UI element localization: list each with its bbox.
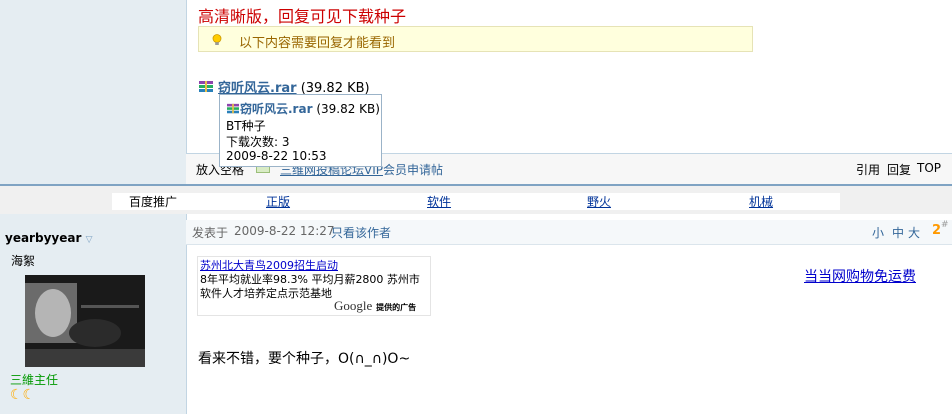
- top-button[interactable]: TOP: [917, 161, 941, 175]
- only-author-link[interactable]: 只看该作者: [331, 224, 391, 241]
- post2-content: 看来不错，要个种子，O(∩_∩)O~: [198, 351, 411, 367]
- rank-moons-icon: ☾☾: [10, 387, 36, 403]
- tooltip-size: (39.82 KB): [316, 102, 380, 116]
- google-ad-box[interactable]: 苏州北大青鸟2009招生启动 8年平均就业率98.3% 平均月薪2800 苏州市…: [197, 256, 431, 316]
- post2-header: 发表于 2009-8-22 12:27 只看该作者 小 中 大 2 #: [186, 220, 952, 245]
- post1-author-column: [0, 0, 187, 184]
- vip-apply-link[interactable]: 会员申请帖: [383, 161, 443, 178]
- quote-button[interactable]: 引用: [856, 161, 880, 178]
- google-ad-line2: 软件人才培养定点示范基地: [200, 287, 332, 300]
- locked-notice-text: 以下内容需要回复才能看到: [239, 36, 396, 51]
- font-large-button[interactable]: 大: [908, 224, 920, 241]
- rar-archive-icon: [199, 81, 213, 92]
- baidu-ad-bar: 百度推广 正版 软件 野火 机械: [112, 193, 840, 210]
- avatar[interactable]: [25, 275, 145, 367]
- google-logo: Google: [334, 298, 373, 313]
- baidu-ad-label: 百度推广: [129, 195, 178, 209]
- author-rank: 三維主任: [10, 373, 59, 387]
- tooltip-filename: 窃听风云.rar: [240, 102, 313, 116]
- reply-button[interactable]: 回复: [887, 161, 911, 178]
- floor-sup: #: [941, 220, 949, 230]
- ad-link-jixie[interactable]: 机械: [749, 193, 773, 210]
- font-small-button[interactable]: 小: [872, 224, 884, 241]
- google-ad-suffix: 提供的广告: [376, 303, 417, 312]
- chevron-down-icon[interactable]: ▽: [86, 235, 93, 245]
- author-name[interactable]: yearbyyear: [5, 231, 81, 245]
- tooltip-description: BT种子: [226, 119, 266, 133]
- floor-number[interactable]: 2: [932, 223, 941, 238]
- ad-link-zhengban[interactable]: 正版: [266, 193, 290, 210]
- post-meta-prefix: 发表于: [192, 226, 229, 240]
- font-medium-button[interactable]: 中: [892, 224, 904, 241]
- lightbulb-icon: [212, 34, 222, 45]
- author-nickname: 海絮: [11, 254, 36, 268]
- rar-archive-icon: [227, 103, 239, 114]
- tooltip-date: 2009-8-22 10:53: [226, 149, 327, 163]
- ad-link-ruanjian[interactable]: 软件: [427, 193, 451, 210]
- avatar-image: [25, 275, 145, 367]
- post2-author-column: yearbyyear ▽ 海絮 三維主任 ☾☾: [0, 214, 187, 414]
- attachment-tooltip: 窃听风云.rar (39.82 KB) BT种子 下载次数: 3 2009-8-…: [219, 94, 382, 167]
- post-timestamp: 2009-8-22 12:27: [234, 224, 335, 238]
- ad-link-yehuo[interactable]: 野火: [587, 193, 611, 210]
- tooltip-downloads: 下载次数: 3: [226, 135, 290, 149]
- locked-content-notice: 以下内容需要回复才能看到: [198, 26, 753, 52]
- post1-headline: 高清晰版，回复可见下载种子: [198, 7, 407, 26]
- side-text-ad[interactable]: 当当网购物免运费: [804, 266, 916, 286]
